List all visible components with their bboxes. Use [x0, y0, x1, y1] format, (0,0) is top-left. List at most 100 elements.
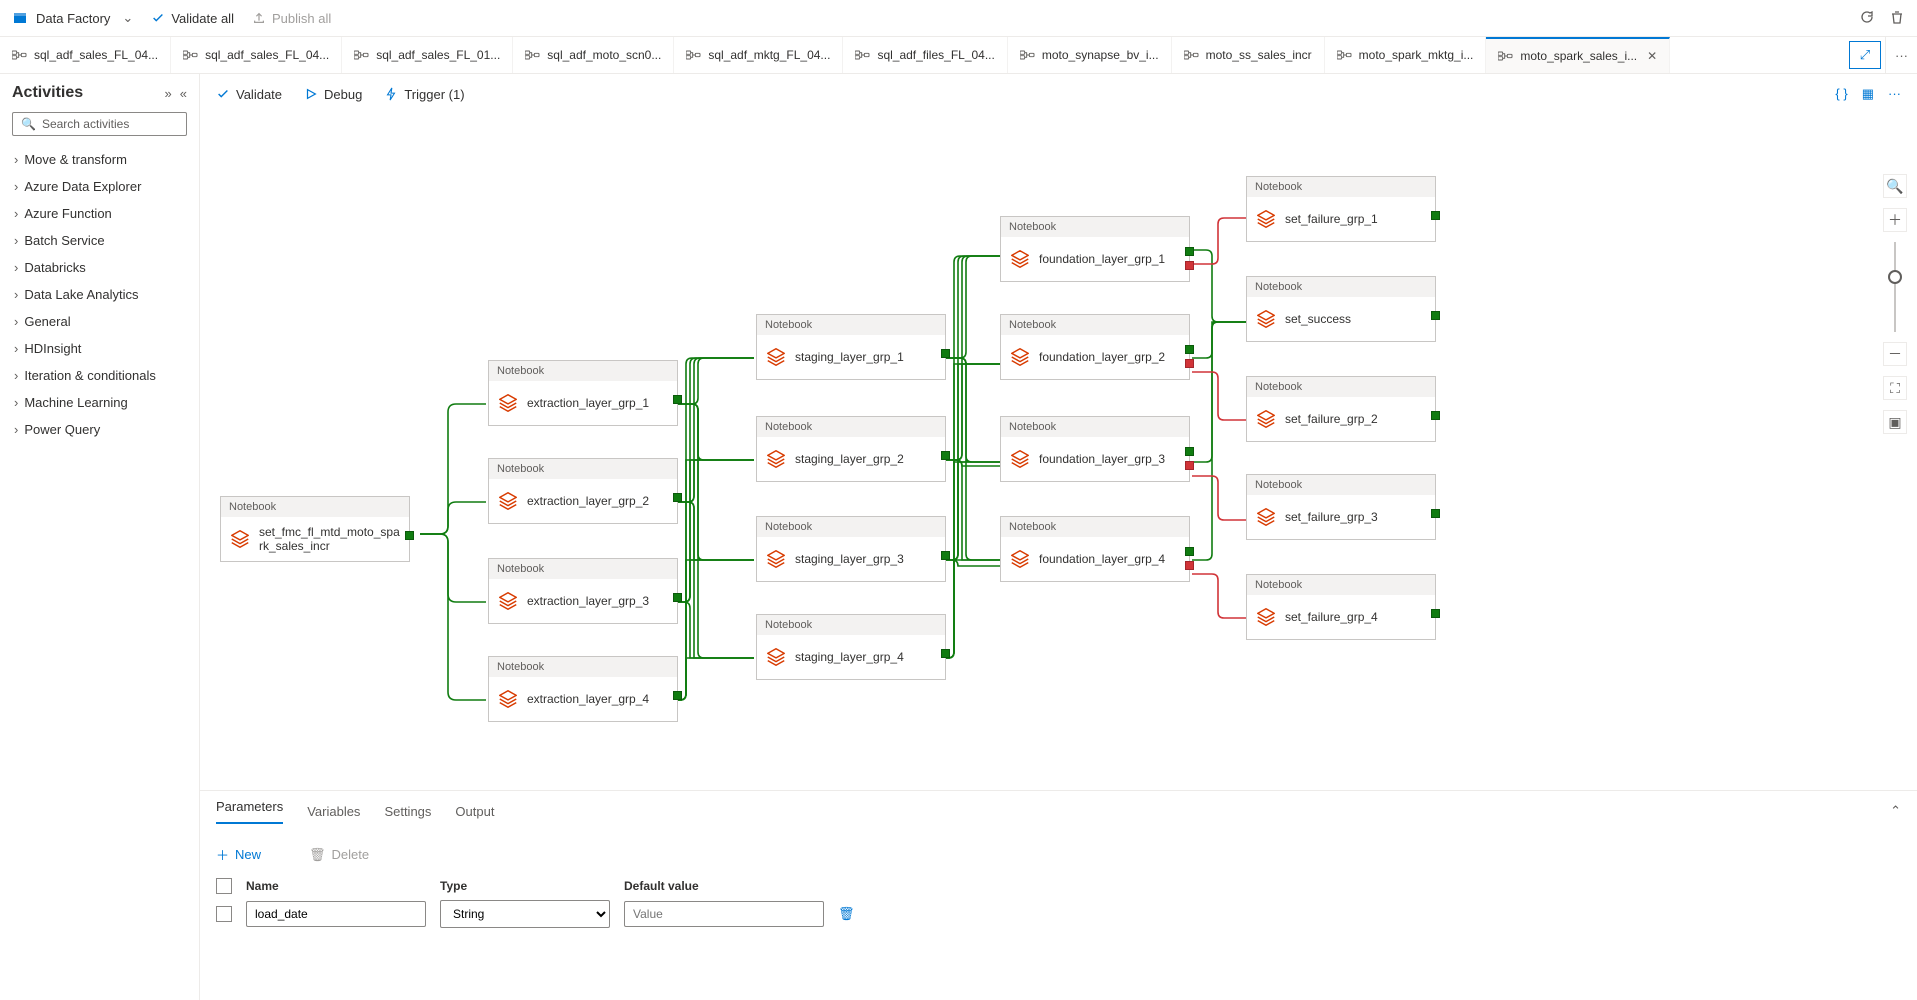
minimap-icon[interactable]: ▣ — [1883, 410, 1907, 434]
collapse-panel-icon[interactable]: ⌃ — [1890, 803, 1901, 819]
collapse-icon[interactable]: « — [180, 86, 187, 101]
node-f1[interactable]: Notebookfoundation_layer_grp_1 — [1000, 216, 1190, 282]
chevron-right-icon: › — [14, 206, 18, 221]
new-button[interactable]: ＋New — [216, 845, 261, 864]
node-x4[interactable]: Notebookset_failure_grp_4 — [1246, 574, 1436, 640]
tab-strip: sql_adf_sales_FL_04... sql_adf_sales_FL_… — [0, 36, 1917, 74]
chevron-right-icon: › — [14, 152, 18, 167]
chevron-right-icon: › — [14, 368, 18, 383]
chevron-right-icon: › — [14, 422, 18, 437]
node-x3[interactable]: Notebookset_failure_grp_3 — [1246, 474, 1436, 540]
delete-button: 🗑Delete — [309, 847, 369, 863]
node-f4[interactable]: Notebookfoundation_layer_grp_4 — [1000, 516, 1190, 582]
more-icon[interactable]: ··· — [1888, 86, 1901, 102]
ptab-parameters[interactable]: Parameters — [216, 799, 283, 824]
chevron-right-icon: › — [14, 260, 18, 275]
cat-4[interactable]: ›Databricks — [12, 254, 187, 281]
cat-9[interactable]: ›Machine Learning — [12, 389, 187, 416]
brand[interactable]: Data Factory ⌄ — [12, 10, 133, 26]
cat-5[interactable]: ›Data Lake Analytics — [12, 281, 187, 308]
tab-7[interactable]: moto_ss_sales_incr — [1172, 37, 1325, 73]
node-x2[interactable]: Notebookset_failure_grp_2 — [1246, 376, 1436, 442]
publish-all-button: Publish all — [252, 11, 331, 26]
more-icon[interactable]: ··· — [1885, 37, 1917, 73]
delete-icon[interactable] — [1889, 9, 1905, 28]
activities-sidebar: Activities » « 🔍 Search activities ›Move … — [0, 74, 200, 1000]
pipeline-canvas[interactable]: Notebook set_fmc_fl_mtd_moto_spark_sales… — [200, 114, 1917, 790]
chevron-right-icon: › — [14, 179, 18, 194]
debug-button[interactable]: Debug — [304, 87, 362, 102]
node-s2[interactable]: Notebookstaging_layer_grp_2 — [756, 416, 946, 482]
cat-7[interactable]: ›HDInsight — [12, 335, 187, 362]
refresh-icon[interactable] — [1859, 9, 1875, 28]
validate-all-button[interactable]: Validate all — [151, 11, 234, 26]
sidebar-title: Activities — [12, 84, 83, 102]
fit-icon[interactable]: ⛶ — [1883, 376, 1907, 400]
node-x1[interactable]: Notebookset_failure_grp_1 — [1246, 176, 1436, 242]
cat-6[interactable]: ›General — [12, 308, 187, 335]
ptab-settings[interactable]: Settings — [384, 804, 431, 819]
th-type: Type — [440, 879, 610, 893]
node-s1[interactable]: Notebookstaging_layer_grp_1 — [756, 314, 946, 380]
cat-1[interactable]: ›Azure Data Explorer — [12, 173, 187, 200]
chevron-right-icon: › — [14, 233, 18, 248]
chevrons-icon[interactable]: » — [165, 86, 172, 101]
cat-10[interactable]: ›Power Query — [12, 416, 187, 443]
zoom-control[interactable]: 🔍 ＋ － ⛶ ▣ — [1881, 174, 1909, 434]
node-f2[interactable]: Notebookfoundation_layer_grp_2 — [1000, 314, 1190, 380]
chevron-right-icon: › — [14, 287, 18, 302]
node-root[interactable]: Notebook set_fmc_fl_mtd_moto_spark_sales… — [220, 496, 410, 562]
tab-5[interactable]: sql_adf_files_FL_04... — [843, 37, 1007, 73]
param-type-select[interactable]: String — [440, 900, 610, 928]
delete-row-icon[interactable]: 🗑 — [838, 906, 855, 922]
json-icon[interactable]: { } — [1835, 86, 1847, 102]
param-name-input[interactable] — [246, 901, 426, 927]
row-checkbox[interactable] — [216, 906, 232, 922]
cat-3[interactable]: ›Batch Service — [12, 227, 187, 254]
node-f3[interactable]: Notebookfoundation_layer_grp_3 — [1000, 416, 1190, 482]
chevron-down-icon: ⌄ — [122, 10, 133, 26]
th-name: Name — [246, 879, 426, 893]
expand-icon[interactable]: ⤢ — [1849, 41, 1881, 69]
cat-2[interactable]: ›Azure Function — [12, 200, 187, 227]
node-ok[interactable]: Notebookset_success — [1246, 276, 1436, 342]
brand-label: Data Factory — [36, 11, 110, 26]
tab-8[interactable]: moto_spark_mktg_i... — [1325, 37, 1487, 73]
search-icon: 🔍 — [21, 117, 36, 131]
trigger-button[interactable]: Trigger (1) — [384, 87, 464, 102]
select-all-checkbox[interactable] — [216, 878, 232, 894]
properties-panel: Parameters Variables Settings Output ⌃ ＋… — [200, 790, 1917, 1000]
zoom-out-button[interactable]: － — [1883, 342, 1907, 366]
ptab-output[interactable]: Output — [455, 804, 494, 819]
cat-0[interactable]: ›Move & transform — [12, 146, 187, 173]
node-s3[interactable]: Notebookstaging_layer_grp_3 — [756, 516, 946, 582]
zoom-slider[interactable] — [1894, 242, 1896, 332]
tab-2[interactable]: sql_adf_sales_FL_01... — [342, 37, 513, 73]
plus-icon: ＋ — [216, 845, 229, 864]
tab-9[interactable]: moto_spark_sales_i...✕ — [1486, 37, 1670, 73]
node-s4[interactable]: Notebookstaging_layer_grp_4 — [756, 614, 946, 680]
chevron-right-icon: › — [14, 341, 18, 356]
chevron-right-icon: › — [14, 395, 18, 410]
close-icon[interactable]: ✕ — [1643, 49, 1657, 63]
validate-button[interactable]: Validate — [216, 87, 282, 102]
node-e3[interactable]: Notebookextraction_layer_grp_3 — [488, 558, 678, 624]
tab-0[interactable]: sql_adf_sales_FL_04... — [0, 37, 171, 73]
tab-3[interactable]: sql_adf_moto_scn0... — [513, 37, 674, 73]
trash-icon: 🗑 — [309, 847, 326, 863]
tab-1[interactable]: sql_adf_sales_FL_04... — [171, 37, 342, 73]
zoom-in-button[interactable]: ＋ — [1883, 208, 1907, 232]
tab-4[interactable]: sql_adf_mktg_FL_04... — [674, 37, 843, 73]
chevron-right-icon: › — [14, 314, 18, 329]
node-e4[interactable]: Notebookextraction_layer_grp_4 — [488, 656, 678, 722]
search-input[interactable]: 🔍 Search activities — [12, 112, 187, 136]
cat-8[interactable]: ›Iteration & conditionals — [12, 362, 187, 389]
node-e1[interactable]: Notebookextraction_layer_grp_1 — [488, 360, 678, 426]
ptab-variables[interactable]: Variables — [307, 804, 360, 819]
tab-6[interactable]: moto_synapse_bv_i... — [1008, 37, 1172, 73]
th-default: Default value — [624, 879, 824, 893]
search-icon[interactable]: 🔍 — [1883, 174, 1907, 198]
param-default-input[interactable] — [624, 901, 824, 927]
layout-icon[interactable]: ▦ — [1862, 86, 1874, 102]
node-e2[interactable]: Notebookextraction_layer_grp_2 — [488, 458, 678, 524]
